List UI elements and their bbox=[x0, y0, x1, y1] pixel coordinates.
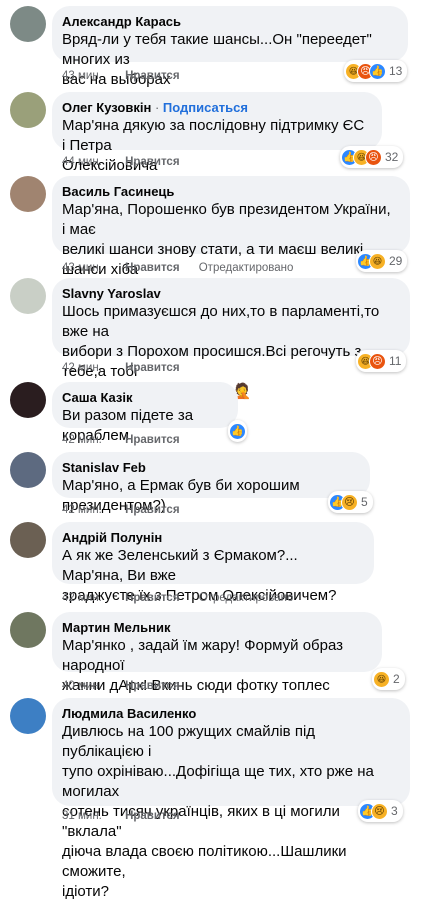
comment-meta: 43 мин. Нравится bbox=[62, 70, 180, 82]
like-button[interactable]: Нравится bbox=[125, 810, 179, 822]
like-icon: 👍 bbox=[369, 62, 386, 80]
comment-bubble: Олег Кузовкін · Подписаться Мар'яна дяку… bbox=[52, 92, 382, 174]
like-button[interactable]: Нравится bbox=[125, 434, 179, 446]
edited-label: Отредактировано bbox=[198, 592, 294, 604]
comment-meta: 42 мин. Нравится bbox=[62, 504, 180, 516]
comment-bubble: Stanislav Feb Мар'яно, а Ермак був би хо… bbox=[52, 452, 370, 514]
like-button[interactable]: Нравится bbox=[125, 680, 179, 692]
comment-author[interactable]: Мартин Мельник bbox=[62, 619, 370, 636]
comment-time[interactable]: 42 мин. bbox=[62, 362, 102, 374]
author-name[interactable]: Олег Кузовкін bbox=[62, 100, 151, 115]
comment-time[interactable]: 43 мин. bbox=[62, 70, 102, 82]
reaction-count: 11 bbox=[389, 354, 402, 368]
comment-meta: 42 мин. Нравится bbox=[62, 362, 180, 374]
comment-meta: 31 мин. Нравится bbox=[62, 810, 180, 822]
reaction-summary[interactable]: 👍 😆 😠 32 bbox=[340, 146, 404, 168]
comment-author[interactable]: Slavny Yaroslav bbox=[62, 285, 398, 302]
reaction-count: 13 bbox=[389, 64, 403, 78]
reaction-summary[interactable]: 👍 😢 5 bbox=[328, 491, 373, 513]
reaction-summary[interactable]: 😆 😠 11 bbox=[356, 350, 407, 372]
sad-icon: 😢 bbox=[371, 802, 388, 820]
avatar[interactable] bbox=[10, 92, 46, 128]
reaction-count: 5 bbox=[361, 495, 368, 509]
reaction-summary[interactable]: 👍 😢 3 bbox=[358, 800, 403, 822]
avatar[interactable] bbox=[10, 698, 46, 734]
avatar[interactable] bbox=[10, 452, 46, 488]
comment-time[interactable]: 40 мин. bbox=[62, 680, 102, 692]
like-button[interactable]: Нравится bbox=[125, 362, 179, 374]
comment-author: Олег Кузовкін · Подписаться bbox=[62, 99, 370, 116]
reaction-summary[interactable]: 😆 2 bbox=[372, 668, 405, 690]
like-button[interactable]: Нравится bbox=[125, 592, 179, 604]
reaction-count: 29 bbox=[389, 254, 403, 268]
comment-meta: 42 мин. Нравится Отредактировано bbox=[62, 592, 293, 604]
avatar[interactable] bbox=[10, 382, 46, 418]
comment-time[interactable]: 31 мин. bbox=[62, 810, 102, 822]
comment-author[interactable]: Андрій Полунін bbox=[62, 529, 362, 546]
comment-time[interactable]: 42 мин. bbox=[62, 504, 102, 516]
like-icon: 👍 bbox=[229, 422, 246, 440]
avatar[interactable] bbox=[10, 278, 46, 314]
comment-time[interactable]: 42 мин. bbox=[62, 592, 102, 604]
comment-author[interactable]: Людмила Василенко bbox=[62, 705, 398, 722]
follow-button[interactable]: Подписаться bbox=[163, 100, 248, 115]
like-button[interactable]: Нравится bbox=[125, 70, 179, 82]
comment-bubble: Саша Казік Ви разом підете за кораблем bbox=[52, 382, 238, 444]
like-button[interactable]: Нравится bbox=[125, 504, 179, 516]
separator-dot: · bbox=[154, 100, 160, 115]
angry-icon: 😠 bbox=[365, 148, 382, 166]
reaction-count: 3 bbox=[391, 804, 398, 818]
comment-author[interactable]: Александр Карась bbox=[62, 13, 396, 30]
comment-author[interactable]: Stanislav Feb bbox=[62, 459, 358, 476]
comment-author[interactable]: Василь Гасинець bbox=[62, 183, 398, 200]
reaction-summary[interactable]: 👍 😆 29 bbox=[356, 250, 408, 272]
avatar[interactable] bbox=[10, 612, 46, 648]
comment-meta: 43 мин. Нравится Отредактировано bbox=[62, 262, 293, 274]
reaction-count: 2 bbox=[393, 672, 400, 686]
comment-time[interactable]: 42 мин. bbox=[62, 434, 102, 446]
comment-bubble: Людмила Василенко Дивлюсь на 100 ржущих … bbox=[52, 698, 410, 900]
like-button[interactable]: Нравится bbox=[125, 156, 179, 168]
angry-icon: 😠 bbox=[369, 352, 386, 370]
like-button[interactable]: Нравится bbox=[125, 262, 179, 274]
comment-bubble: Андрій Полунін А як же Зеленський з Єрма… bbox=[52, 522, 374, 604]
sad-icon: 😢 bbox=[341, 493, 358, 511]
comment-bubble: Slavny Yaroslav Шось примазуєшся до них,… bbox=[52, 278, 410, 400]
comment-meta: 44 мин. Нравится bbox=[62, 156, 180, 168]
comment-bubble: Александр Карась Вряд-ли у тебя такие ша… bbox=[52, 6, 408, 88]
comment-time[interactable]: 43 мин. bbox=[62, 262, 102, 274]
reaction-summary[interactable]: 👍 bbox=[228, 420, 247, 442]
comment-author[interactable]: Саша Казік bbox=[62, 389, 226, 406]
avatar[interactable] bbox=[10, 522, 46, 558]
haha-icon: 😆 bbox=[373, 670, 390, 688]
avatar[interactable] bbox=[10, 176, 46, 212]
edited-label: Отредактировано bbox=[198, 262, 294, 274]
comment-meta: 42 мин. Нравится bbox=[62, 434, 180, 446]
comment-meta: 40 мин. Нравится bbox=[62, 680, 180, 692]
reaction-count: 32 bbox=[385, 150, 399, 164]
avatar[interactable] bbox=[10, 6, 46, 42]
comment-time[interactable]: 44 мин. bbox=[62, 156, 102, 168]
comment-bubble: Мартин Мельник Мар'янко , задай їм жару!… bbox=[52, 612, 382, 694]
comment-bubble: Василь Гасинець Мар'яна, Порошенко був п… bbox=[52, 176, 410, 298]
haha-icon: 😆 bbox=[369, 252, 386, 270]
reaction-summary[interactable]: 😆 😠 👍 13 bbox=[344, 60, 408, 82]
